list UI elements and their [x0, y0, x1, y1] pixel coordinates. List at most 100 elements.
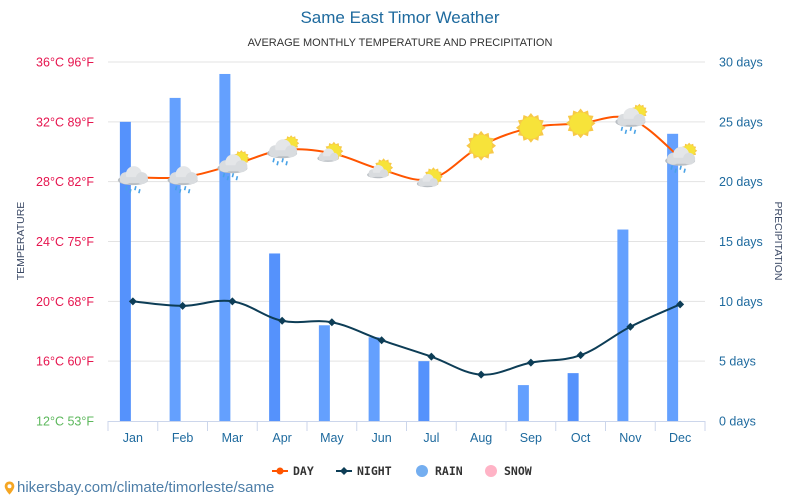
x-tick-label: Jul — [423, 431, 439, 445]
raindrop — [670, 165, 673, 170]
legend-circle-marker — [416, 465, 428, 477]
legend-dot-marker — [276, 467, 284, 475]
location-pin-icon — [4, 481, 15, 494]
night-temperature-line — [132, 299, 681, 376]
legend-item-day[interactable]: DAY — [272, 464, 314, 478]
y-tick-left-label: 16°C 60°F — [36, 355, 94, 369]
weather-icon-sun — [516, 113, 546, 143]
legend-circle-marker — [485, 465, 497, 477]
cloud-base — [269, 150, 296, 157]
cloud-base — [418, 181, 437, 186]
night-data-point — [427, 352, 436, 361]
raindrop — [235, 176, 239, 181]
raindrop — [183, 185, 187, 191]
weather-icon-sun-cloud — [416, 167, 443, 188]
raindrop — [178, 188, 182, 194]
raindrop — [125, 185, 128, 191]
y-tick-left-label: 24°C 75°F — [36, 235, 94, 249]
legend-item-night[interactable]: NIGHT — [336, 464, 392, 478]
rain-bar — [169, 97, 181, 422]
rain-bar — [368, 337, 380, 421]
raindrop — [222, 173, 226, 178]
x-tick-label: Dec — [669, 431, 691, 445]
rain-bar — [667, 133, 679, 422]
x-tick-label: Mar — [222, 431, 244, 445]
rain-bar — [567, 373, 579, 421]
sun-disc — [470, 134, 493, 157]
cloud-base — [318, 156, 337, 161]
x-tick-label: Aug — [470, 431, 492, 445]
weather-icon-cloud-sun-rain — [615, 103, 648, 135]
y-axis-left-ticks: 36°C 96°F 32°C 89°F 28°C 82°F 24°C 75°F 20°C… — [36, 56, 94, 429]
raindrop — [674, 168, 677, 173]
cloud-base — [667, 157, 694, 164]
raindrop — [629, 126, 633, 132]
raindrop — [129, 188, 132, 194]
y-tick-right-label: 30 days — [719, 56, 763, 70]
x-tick-label: Feb — [172, 431, 194, 445]
night-data-point — [526, 358, 535, 367]
cloud-base — [119, 177, 146, 184]
rain-bar — [318, 325, 330, 421]
raindrop — [620, 126, 624, 132]
raindrop — [633, 129, 637, 135]
y-tick-right-label: 25 days — [719, 115, 763, 129]
weather-icon-sun — [565, 108, 596, 139]
night-data-point — [327, 318, 336, 327]
chart-subtitle: AVERAGE MONTHLY TEMPERATURE AND PRECIPIT… — [248, 37, 553, 49]
legend-diamond-marker — [340, 467, 348, 475]
x-tick-label: Jan — [123, 431, 143, 445]
legend: DAY NIGHT RAIN SNOW — [272, 464, 532, 478]
gridlines — [108, 61, 705, 362]
raindrop — [174, 185, 178, 191]
x-tick-label: Apr — [272, 431, 291, 445]
raindrop — [138, 188, 141, 194]
y-tick-right-label: 10 days — [719, 295, 763, 309]
temperature-lines — [128, 115, 685, 379]
legend-item-rain[interactable]: RAIN — [416, 464, 463, 478]
cloud-base — [219, 165, 246, 172]
raindrop — [683, 168, 686, 173]
y-tick-left-label: 28°C 82°F — [36, 175, 94, 189]
rain-bars — [119, 73, 679, 422]
x-tick-label: May — [320, 431, 344, 445]
y-axis-left-title: TEMPERATURE — [15, 202, 27, 281]
y-tick-left-label: 12°C 53°F — [36, 415, 94, 429]
y-axis-right-ticks: 30 days 25 days 20 days 15 days 10 days 5 day… — [719, 56, 763, 429]
raindrop — [276, 161, 279, 166]
raindrop — [272, 158, 275, 163]
weather-chart: Same East Timor Weather AVERAGE MONTHLY … — [15, 8, 784, 478]
legend-item-snow[interactable]: SNOW — [485, 464, 532, 478]
y-tick-left-label: 20°C 68°F — [36, 295, 94, 309]
y-tick-right-label: 20 days — [719, 175, 763, 189]
raindrop — [281, 158, 284, 163]
rain-bar — [269, 253, 281, 421]
y-tick-left-label: 32°C 89°F — [36, 115, 94, 129]
night-data-point — [576, 351, 585, 360]
weather-icon-sun — [466, 130, 496, 161]
source-link[interactable]: hikersbay.com/climate/timorleste/same — [4, 479, 274, 496]
cloud-base — [368, 172, 387, 177]
raindrop — [679, 165, 682, 170]
y-tick-right-label: 5 days — [719, 355, 756, 369]
rain-bar — [219, 73, 231, 421]
raindrop — [226, 176, 230, 181]
rain-bar — [418, 361, 430, 421]
raindrop — [187, 188, 191, 194]
weather-icon-cloud-sun-rain — [267, 135, 300, 166]
raindrop — [231, 173, 235, 178]
night-data-point — [477, 370, 486, 379]
day-temperature-line — [132, 115, 681, 181]
x-tick-label: Oct — [571, 431, 591, 445]
y-tick-left-label: 36°C 96°F — [36, 56, 94, 70]
source-text: hikersbay.com/climate/timorleste/same — [17, 479, 275, 496]
rain-bar — [119, 121, 131, 421]
sun-disc — [519, 116, 542, 139]
y-tick-right-label: 15 days — [719, 235, 763, 249]
chart-title: Same East Timor Weather — [300, 8, 499, 27]
cloud-base — [617, 118, 644, 125]
x-tick-label: Sep — [520, 431, 542, 445]
rain-bar — [517, 385, 529, 421]
x-tick-label: Jun — [372, 431, 392, 445]
cloud-base — [169, 177, 196, 184]
